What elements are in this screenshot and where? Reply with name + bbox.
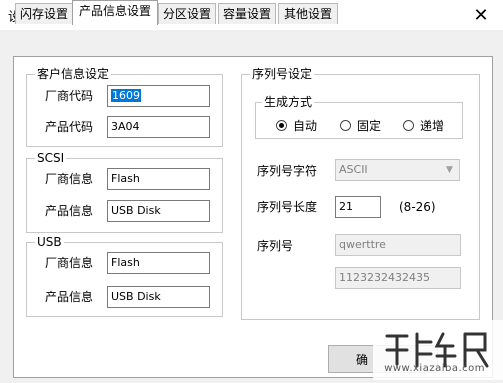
usb-vendor-label: 厂商信息: [45, 256, 94, 270]
close-button[interactable]: ✕: [459, 0, 503, 30]
usb-product-input[interactable]: USB Disk: [107, 286, 210, 308]
group-title-serial: 序列号设定: [250, 67, 315, 81]
product-code-input[interactable]: 3A04: [107, 116, 210, 138]
radio-fixed[interactable]: [340, 120, 351, 131]
tab-other[interactable]: 其他设置: [278, 3, 338, 24]
serial-label: 序列号: [257, 239, 294, 253]
watermark-logo: www.xiazaiba.com: [373, 320, 503, 380]
radio-auto[interactable]: [276, 120, 287, 131]
tab-flash-settings[interactable]: 闪存设置: [15, 3, 73, 24]
scsi-vendor-label: 厂商信息: [45, 172, 94, 186]
radio-fixed-label: 固定: [357, 119, 382, 133]
radio-increment-label: 递增: [420, 119, 445, 133]
usb-vendor-input[interactable]: Flash: [107, 252, 210, 274]
close-icon: ✕: [473, 4, 489, 26]
length-label: 序列号长度: [257, 200, 318, 214]
group-title-gen-mode: 生成方式: [262, 95, 315, 109]
vendor-code-input[interactable]: 1609: [107, 85, 210, 107]
tab-label: 分区设置: [162, 7, 211, 21]
ok-label: 确: [356, 353, 369, 367]
vendor-code-value: 1609: [111, 89, 141, 102]
tab-label: 容量设置: [222, 7, 271, 21]
chevron-down-icon: ▼: [441, 161, 458, 179]
serial-input-2[interactable]: 1123232432435: [335, 267, 461, 289]
group-title-customer: 客户信息设定: [35, 67, 112, 81]
group-title-scsi: SCSI: [35, 151, 67, 165]
scsi-product-input[interactable]: USB Disk: [107, 200, 210, 222]
length-input[interactable]: 21: [335, 196, 381, 218]
radio-dot-selected: [279, 123, 284, 128]
tab-partition[interactable]: 分区设置: [158, 3, 216, 24]
radio-increment[interactable]: [403, 120, 414, 131]
tab-label: 产品信息设置: [78, 4, 151, 18]
length-range: (8-26): [399, 200, 436, 214]
usb-product-label: 产品信息: [45, 290, 94, 304]
watermark-url: www.xiazaiba.com: [384, 363, 485, 374]
charset-select[interactable]: ASCII ▼: [335, 159, 460, 181]
vendor-code-label: 厂商代码: [45, 89, 94, 103]
serial-input[interactable]: qwerttre: [335, 234, 461, 256]
scsi-vendor-input[interactable]: Flash: [107, 168, 210, 190]
tab-product-info[interactable]: 产品信息设置: [72, 0, 158, 25]
radio-auto-label: 自动: [293, 119, 318, 133]
tab-label: 其他设置: [283, 7, 332, 21]
scsi-product-label: 产品信息: [45, 204, 94, 218]
product-code-label: 产品代码: [45, 120, 94, 134]
tab-capacity[interactable]: 容量设置: [218, 3, 276, 24]
tab-label: 闪存设置: [19, 7, 68, 21]
charset-label: 序列号字符: [257, 164, 318, 178]
charset-value: ASCII: [339, 163, 368, 176]
group-title-usb: USB: [35, 235, 64, 249]
